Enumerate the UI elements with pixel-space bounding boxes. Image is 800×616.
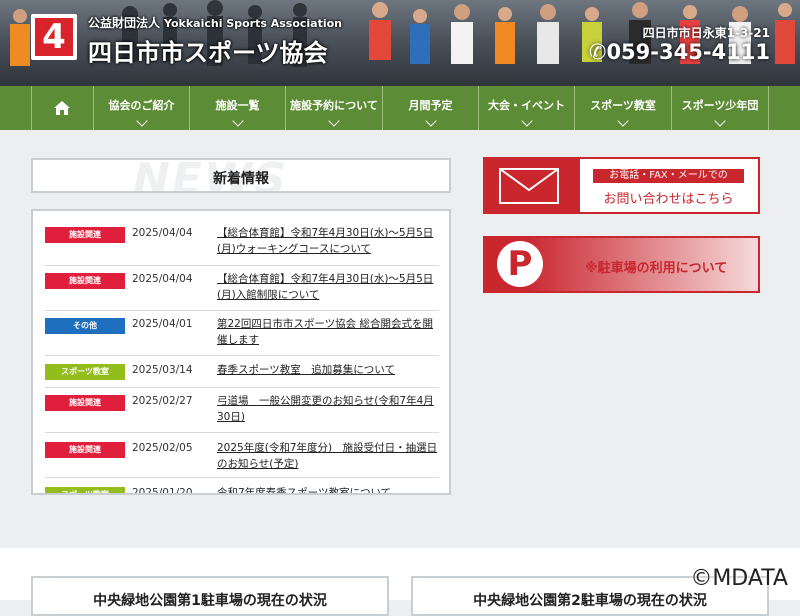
category-badge: 施設関連 bbox=[45, 442, 125, 458]
news-date: 2025/04/04 bbox=[132, 227, 193, 239]
nav-about[interactable]: 協会のご紹介 bbox=[93, 86, 189, 130]
nav-label: スポーツ教室 bbox=[590, 99, 656, 112]
watermark: ©MDATA bbox=[690, 566, 788, 591]
nav-label: スポーツ少年団 bbox=[681, 99, 759, 112]
parking-icon: P bbox=[497, 241, 543, 287]
news-item[interactable]: スポーツ教室 2025/01/20 令和7年度春季スポーツ教室について bbox=[45, 478, 441, 495]
contact-banner-icon-area bbox=[485, 159, 580, 212]
phone-number[interactable]: ✆059-345-4111 bbox=[589, 40, 770, 64]
news-item[interactable]: 施設関連 2025/04/04 【総合体育館】令和7年4月30日(水)～5月5日… bbox=[45, 266, 439, 311]
chevron-down-icon bbox=[135, 115, 148, 127]
chevron-down-icon bbox=[424, 115, 437, 127]
parking-banner[interactable]: P ※駐車場の利用について bbox=[483, 236, 760, 293]
nav-label: 協会のご紹介 bbox=[108, 99, 175, 112]
category-badge: 施設関連 bbox=[45, 227, 125, 243]
contact-banner-line1: お電話・FAX・メールでの bbox=[593, 169, 744, 183]
org-english-name: Yokkaichi Sports Association bbox=[164, 17, 343, 30]
chevron-down-icon bbox=[328, 115, 340, 127]
org-name[interactable]: 四日市市スポーツ協会 bbox=[88, 33, 328, 68]
news-item[interactable]: その他 2025/04/01 第22回四日市市スポーツ協会 総合開会式を開催しま… bbox=[45, 311, 439, 356]
logo-mark: 4 bbox=[35, 18, 73, 56]
parking-lot2-title: 中央緑地公園第2駐車場の現在の状況 bbox=[473, 593, 707, 609]
news-item[interactable]: 施設関連 2025/02/27 弓道場 一般公開変更のお知らせ(令和7年4月30… bbox=[45, 388, 439, 433]
news-heading-box: NEWS 新着情報 bbox=[31, 158, 451, 193]
category-badge: その他 bbox=[45, 318, 125, 334]
chevron-down-icon bbox=[231, 115, 244, 127]
chevron-down-icon bbox=[714, 115, 726, 127]
chevron-down-icon bbox=[617, 115, 629, 127]
news-list[interactable]: 施設関連 2025/04/04 【総合体育館】令和7年4月30日(水)～5月5日… bbox=[31, 209, 451, 495]
category-badge: スポーツ教室 bbox=[45, 487, 125, 493]
news-item[interactable]: 施設関連 2025/02/05 2025年度(令和7年度分) 施設受付日・抽選日… bbox=[45, 433, 439, 478]
parking-lot1-title: 中央緑地公園第1駐車場の現在の状況 bbox=[93, 593, 327, 609]
category-badge: 施設関連 bbox=[45, 395, 125, 411]
nav-label: 大会・イベント bbox=[488, 99, 565, 112]
site-header: 4 公益財団法人 Yokkaichi Sports Association 四日市… bbox=[0, 0, 800, 86]
news-title-link[interactable]: 弓道場 一般公開変更のお知らせ(令和7年4月30日) bbox=[217, 393, 441, 425]
news-date: 2025/04/04 bbox=[132, 273, 193, 285]
news-title-link[interactable]: 2025年度(令和7年度分) 施設受付日・抽選日のお知らせ(予定) bbox=[217, 440, 441, 472]
contact-banner-line2: お問い合わせはこちら bbox=[603, 192, 734, 207]
news-item[interactable]: スポーツ教室 2025/03/14 春季スポーツ教室 追加募集について bbox=[45, 356, 439, 388]
parking-lot1-status: 中央緑地公園第1駐車場の現在の状況 bbox=[31, 576, 389, 616]
contact-banner-text: お電話・FAX・メールでの お問い合わせはこちら bbox=[587, 159, 750, 212]
news-title-link[interactable]: 【総合体育館】令和7年4月30日(水)～5月5日(月)入館制限について bbox=[217, 271, 441, 303]
site-logo[interactable]: 4 bbox=[31, 14, 77, 60]
news-title-link[interactable]: 第22回四日市市スポーツ協会 総合開会式を開催します bbox=[217, 316, 441, 348]
news-title-link[interactable]: 【総合体育館】令和7年4月30日(水)～5月5日(月)ウォーキングコースについて bbox=[217, 225, 441, 257]
parking-banner-text: ※駐車場の利用について bbox=[585, 261, 728, 276]
org-type: 公益財団法人 bbox=[88, 16, 161, 30]
nav-sports-classes[interactable]: スポーツ教室 bbox=[574, 86, 671, 130]
nav-label: 施設一覧 bbox=[215, 99, 260, 112]
news-date: 2025/02/27 bbox=[132, 395, 193, 407]
chevron-down-icon bbox=[520, 115, 533, 127]
nav-monthly-schedule[interactable]: 月間予定 bbox=[382, 86, 478, 130]
envelope-icon bbox=[499, 168, 559, 204]
news-title-link[interactable]: 春季スポーツ教室 追加募集について bbox=[217, 362, 441, 378]
category-badge: 施設関連 bbox=[45, 273, 125, 289]
nav-label: 施設予約について bbox=[290, 99, 378, 112]
org-type-line: 公益財団法人 Yokkaichi Sports Association bbox=[88, 14, 342, 31]
contact-banner[interactable]: お電話・FAX・メールでの お問い合わせはこちら bbox=[483, 157, 760, 214]
home-icon bbox=[54, 101, 70, 115]
news-title-link[interactable]: 令和7年度春季スポーツ教室について bbox=[217, 485, 441, 493]
global-nav: 協会のご紹介 施設一覧 施設予約について 月間予定 大会・イベント スポーツ教室… bbox=[0, 86, 800, 130]
news-date: 2025/01/20 bbox=[132, 487, 193, 495]
nav-facilities[interactable]: 施設一覧 bbox=[189, 86, 285, 130]
nav-reservation[interactable]: 施設予約について bbox=[285, 86, 382, 130]
nav-events[interactable]: 大会・イベント bbox=[478, 86, 574, 130]
news-heading: 新着情報 bbox=[213, 171, 269, 187]
category-badge: スポーツ教室 bbox=[45, 364, 125, 380]
nav-youth-sports[interactable]: スポーツ少年団 bbox=[671, 86, 769, 130]
news-date: 2025/03/14 bbox=[132, 364, 193, 376]
news-date: 2025/02/05 bbox=[132, 442, 193, 454]
address: 四日市市日永東1-3-21 bbox=[642, 26, 770, 40]
news-date: 2025/04/01 bbox=[132, 318, 193, 330]
nav-home[interactable] bbox=[31, 86, 93, 130]
nav-label: 月間予定 bbox=[408, 99, 453, 112]
news-item[interactable]: 施設関連 2025/04/04 【総合体育館】令和7年4月30日(水)～5月5日… bbox=[45, 221, 439, 266]
